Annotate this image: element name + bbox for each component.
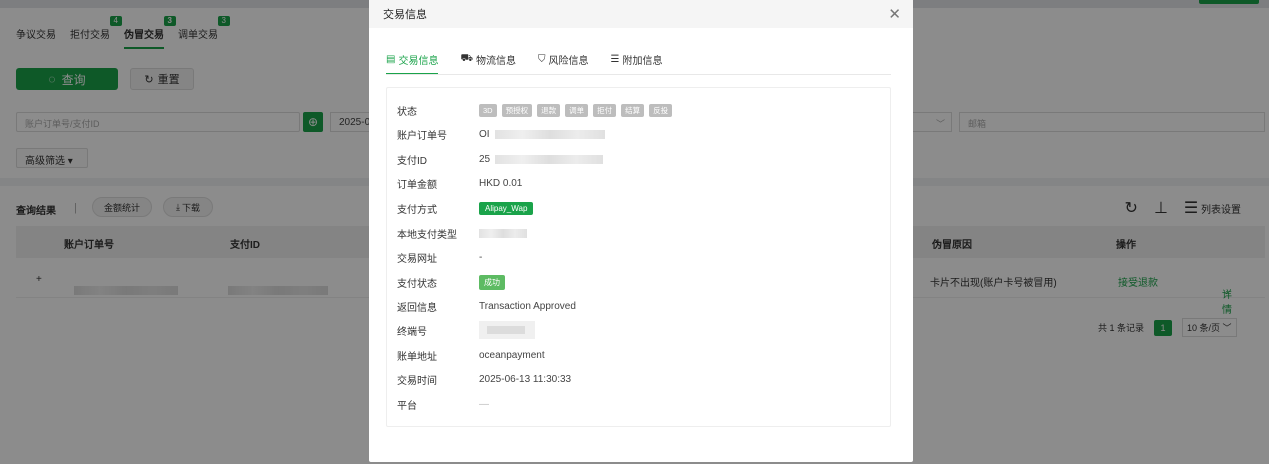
account-order-label: 账户订单号	[397, 130, 447, 142]
row-status: 状态 3D 预授权 退款 调单 拒付 结算 反投	[397, 102, 673, 118]
tab-label: 交易信息	[398, 56, 439, 67]
status-tags: 3D 预授权 退款 调单 拒付 结算 反投	[479, 103, 673, 117]
billing-value: oceanpayment	[479, 349, 545, 361]
close-icon[interactable]: ✕	[888, 5, 901, 23]
modal-title: 交易信息	[383, 9, 427, 21]
tab-additional-info[interactable]: ☰ 附加信息	[611, 52, 663, 75]
row-pay-id: 支付ID 25	[397, 151, 604, 167]
terminal-label: 终端号	[397, 326, 427, 338]
row-site: 交易网址 -	[397, 249, 482, 265]
status-tag: 3D	[479, 103, 497, 117]
status-label: 状态	[397, 106, 417, 118]
row-account-order: 账户订单号 OI	[397, 126, 605, 142]
redacted-text	[479, 321, 535, 339]
site-label: 交易网址	[397, 253, 437, 265]
doc-icon: ▤	[386, 54, 396, 65]
shield-icon: ⛉	[538, 54, 546, 65]
redacted-text	[494, 129, 605, 139]
platform-value: —	[479, 398, 489, 410]
redacted-text	[479, 228, 527, 238]
site-value: -	[479, 251, 483, 263]
time-label: 交易时间	[397, 375, 437, 387]
tab-underline	[386, 74, 891, 75]
pay-id-prefix: 25	[479, 153, 491, 165]
status-tag: 调单	[565, 103, 589, 117]
tab-risk-info[interactable]: ⛉ 风险信息	[538, 52, 589, 75]
row-time: 交易时间 2025-06-13 11:30:33	[397, 371, 571, 387]
tab-transaction-info[interactable]: ▤ 交易信息	[386, 52, 439, 75]
row-pay-method: 支付方式 Alipay_Wap	[397, 200, 534, 216]
row-local-type: 本地支付类型	[397, 225, 527, 241]
truck-icon: ⛟	[460, 53, 474, 64]
row-billing: 账单地址 oceanpayment	[397, 347, 545, 363]
account-order-prefix: OI	[479, 128, 490, 140]
time-value: 2025-06-13 11:30:33	[479, 373, 572, 385]
status-tag: 结算	[621, 103, 645, 117]
modal-header: 交易信息 ✕	[369, 0, 913, 28]
amount-label: 订单金额	[397, 179, 437, 191]
status-tag: 退款	[537, 103, 561, 117]
amount-value: HKD 0.01	[479, 177, 523, 189]
return-info-label: 返回信息	[397, 302, 437, 314]
list-icon: ☰	[610, 54, 620, 65]
pay-method-badge: Alipay_Wap	[479, 201, 534, 215]
pay-id-label: 支付ID	[397, 155, 427, 167]
pay-id-value: 25	[479, 153, 604, 165]
status-tag: 预授权	[501, 103, 533, 117]
status-tag: 反投	[649, 103, 673, 117]
pay-status-label: 支付状态	[397, 278, 437, 290]
row-pay-status: 支付状态 成功	[397, 274, 505, 290]
row-terminal: 终端号	[397, 321, 535, 339]
modal-tabs: ▤ 交易信息 ⛟ 物流信息 ⛉ 风险信息 ☰ 附加信息	[386, 52, 663, 75]
tab-label: 附加信息	[622, 56, 663, 67]
tab-logistics-info[interactable]: ⛟ 物流信息	[460, 52, 516, 75]
transaction-info-modal: 交易信息 ✕ ▤ 交易信息 ⛟ 物流信息 ⛉ 风险信息 ☰ 附加信息 状态 3D 预授权…	[369, 0, 913, 462]
row-amount: 订单金额 HKD 0.01	[397, 175, 522, 191]
account-order-value: OI	[479, 129, 605, 140]
tab-label: 物流信息	[476, 56, 517, 67]
transaction-detail-box: 状态 3D 预授权 退款 调单 拒付 结算 反投 账户订单号 OI 支付ID 2…	[386, 87, 891, 427]
return-info-value: Transaction Approved	[479, 300, 576, 312]
status-tag: 拒付	[593, 103, 617, 117]
pay-status-badge: 成功	[479, 274, 505, 290]
redacted-text	[495, 154, 604, 164]
pay-method-label: 支付方式	[397, 204, 437, 216]
tab-label: 风险信息	[548, 56, 589, 67]
local-type-label: 本地支付类型	[397, 229, 457, 241]
row-return-info: 返回信息 Transaction Approved	[397, 298, 576, 314]
billing-label: 账单地址	[397, 351, 437, 363]
row-platform: 平台 —	[397, 396, 489, 412]
platform-label: 平台	[397, 400, 417, 412]
